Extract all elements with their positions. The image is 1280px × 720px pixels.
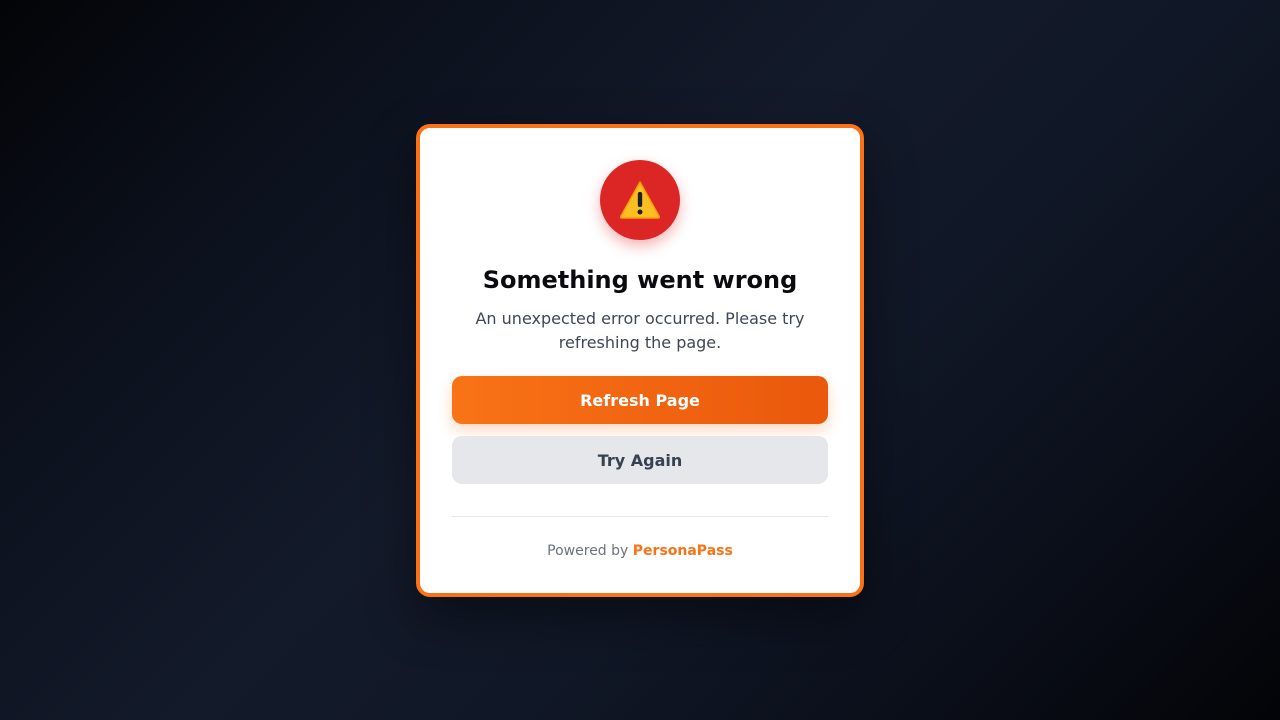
footer-divider: [452, 516, 828, 517]
refresh-page-button[interactable]: Refresh Page: [452, 376, 828, 424]
try-again-button[interactable]: Try Again: [452, 436, 828, 484]
error-icon-badge: [600, 160, 680, 240]
warning-icon: [619, 181, 661, 219]
error-card: Something went wrong An unexpected error…: [416, 124, 864, 597]
error-message: An unexpected error occurred. Please try…: [475, 309, 805, 352]
powered-by-footer: Powered by PersonaPass: [420, 541, 860, 561]
error-title: Something went wrong: [482, 266, 798, 294]
powered-by-prefix: Powered by: [547, 543, 629, 559]
brand-link[interactable]: PersonaPass: [633, 543, 733, 559]
